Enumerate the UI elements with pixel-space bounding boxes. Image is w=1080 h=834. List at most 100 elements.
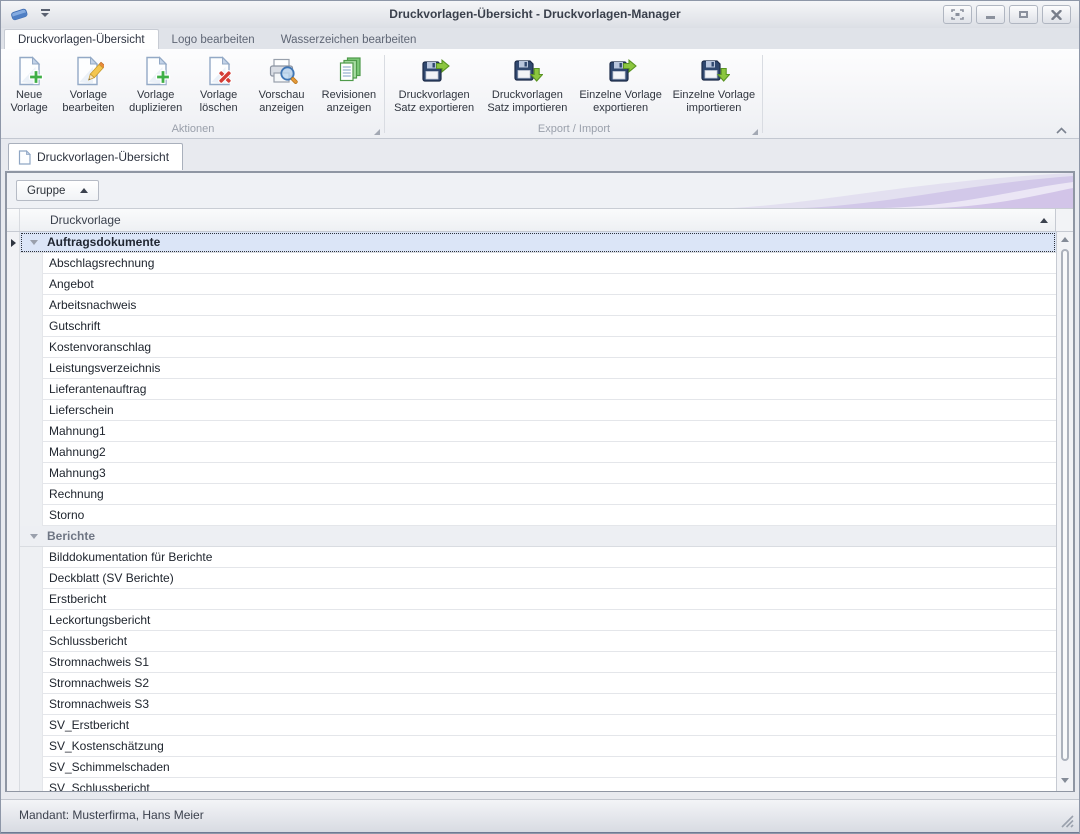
- dialog-launcher-icon[interactable]: [374, 129, 380, 135]
- ribbon-button-label: Druckvorlagen Satz exportieren: [392, 89, 476, 115]
- template-name: Angebot: [49, 277, 94, 291]
- template-row[interactable]: Bilddokumentation für Berichte: [7, 547, 1056, 568]
- ribbon-button-vorlage-duplizieren[interactable]: Vorlage duplizieren: [123, 52, 189, 122]
- row-indicator: [7, 358, 20, 379]
- group-by-chip-gruppe[interactable]: Gruppe: [16, 180, 99, 201]
- template-row[interactable]: Lieferschein: [7, 400, 1056, 421]
- scroll-up-icon[interactable]: [1057, 237, 1073, 242]
- template-row[interactable]: SV_Schimmelschaden: [7, 757, 1056, 778]
- ribbon-tab-logo-bearbeiten[interactable]: Logo bearbeiten: [159, 30, 268, 49]
- collapse-triangle-icon[interactable]: [30, 240, 38, 245]
- template-row[interactable]: Storno: [7, 505, 1056, 526]
- template-row[interactable]: Schlussbericht: [7, 631, 1056, 652]
- ribbon-button-vorschau-anzeigen[interactable]: Vorschau anzeigen: [248, 52, 314, 122]
- template-name: Stromnachweis S3: [49, 697, 149, 711]
- row-indent: [20, 274, 43, 295]
- group-name: Berichte: [47, 529, 95, 543]
- template-row[interactable]: Gutschrift: [7, 316, 1056, 337]
- resize-grip-icon[interactable]: [1059, 814, 1075, 828]
- template-row[interactable]: Mahnung1: [7, 421, 1056, 442]
- row-indicator: [7, 421, 20, 442]
- fullscreen-button[interactable]: [943, 5, 972, 24]
- template-row[interactable]: Kostenvoranschlag: [7, 337, 1056, 358]
- row-indent: [20, 589, 43, 610]
- ribbon-button-label: Einzelne Vorlage importieren: [672, 89, 756, 115]
- maximize-icon: [1019, 11, 1028, 18]
- template-row[interactable]: Leckortungsbericht: [7, 610, 1056, 631]
- row-indent: [20, 400, 43, 421]
- template-name: Storno: [49, 508, 84, 522]
- row-indent: [20, 379, 43, 400]
- template-row[interactable]: SV_Kostenschätzung: [7, 736, 1056, 757]
- row-indicator: [7, 337, 20, 358]
- template-row[interactable]: Mahnung3: [7, 463, 1056, 484]
- group-row-berichte[interactable]: Berichte: [7, 526, 1056, 547]
- template-row[interactable]: Arbeitsnachweis: [7, 295, 1056, 316]
- document-plus-icon: [13, 55, 45, 87]
- template-row[interactable]: Leistungsverzeichnis: [7, 358, 1056, 379]
- template-name: Leistungsverzeichnis: [49, 361, 160, 375]
- template-row[interactable]: Abschlagsrechnung: [7, 253, 1056, 274]
- minimize-button[interactable]: [976, 5, 1005, 24]
- row-indicator: [7, 316, 20, 337]
- template-row[interactable]: Angebot: [7, 274, 1056, 295]
- row-indent: [20, 505, 43, 526]
- template-name: SV_Kostenschätzung: [49, 739, 164, 753]
- ribbon-collapse-button[interactable]: [1053, 123, 1069, 135]
- column-header-druckvorlage[interactable]: Druckvorlage: [20, 209, 1033, 231]
- row-indicator: [7, 778, 20, 791]
- ribbon-button-druckvorlagen-satz-exportieren[interactable]: Druckvorlagen Satz exportieren: [388, 52, 480, 122]
- row-indicator: [7, 295, 20, 316]
- row-indent: [20, 295, 43, 316]
- row-indent: [20, 610, 43, 631]
- ribbon-button-neue-vorlage[interactable]: Neue Vorlage: [4, 52, 54, 122]
- app-window: Druckvorlagen-Übersicht - Druckvorlagen-…: [0, 0, 1080, 834]
- quick-access-dropdown-icon[interactable]: [39, 9, 51, 19]
- ribbon-button-einzelne-vorlage-exportieren[interactable]: Einzelne Vorlage exportieren: [575, 52, 667, 122]
- ribbon-button-einzelne-vorlage-importieren[interactable]: Einzelne Vorlage importieren: [668, 52, 760, 122]
- template-name: Mahnung1: [49, 424, 106, 438]
- scroll-down-icon[interactable]: [1057, 778, 1073, 783]
- window-title: Druckvorlagen-Übersicht - Druckvorlagen-…: [121, 7, 949, 21]
- dialog-launcher-icon[interactable]: [752, 129, 758, 135]
- row-indicator: [7, 631, 20, 652]
- ribbon-group-caption: Aktionen: [172, 123, 215, 135]
- template-row[interactable]: Stromnachweis S1: [7, 652, 1056, 673]
- ribbon-group-export-import: Druckvorlagen Satz exportieren Druckvorl…: [387, 49, 761, 138]
- ribbon-button-vorlage-loeschen[interactable]: Vorlage löschen: [190, 52, 248, 122]
- maximize-button[interactable]: [1009, 5, 1038, 24]
- template-row[interactable]: SV_Erstbericht: [7, 715, 1056, 736]
- row-indent: [20, 253, 43, 274]
- template-row[interactable]: Mahnung2: [7, 442, 1056, 463]
- document-icon: [18, 150, 31, 165]
- close-button[interactable]: [1042, 5, 1071, 24]
- template-row[interactable]: Lieferantenauftrag: [7, 379, 1056, 400]
- template-row[interactable]: Erstbericht: [7, 589, 1056, 610]
- collapse-triangle-icon[interactable]: [30, 534, 38, 539]
- scrollbar-header-cap: [1055, 209, 1073, 231]
- ribbon-button-druckvorlagen-satz-importieren[interactable]: Druckvorlagen Satz importieren: [481, 52, 573, 122]
- template-row[interactable]: Rechnung: [7, 484, 1056, 505]
- row-indicator: [7, 673, 20, 694]
- template-row[interactable]: Stromnachweis S3: [7, 694, 1056, 715]
- row-indicator: [7, 442, 20, 463]
- document-tab-druckvorlagen-uebersicht[interactable]: Druckvorlagen-Übersicht: [8, 143, 183, 170]
- ribbon-button-vorlage-bearbeiten[interactable]: Vorlage bearbeiten: [55, 52, 121, 122]
- sort-ascending-icon: [80, 188, 88, 193]
- row-indent: [20, 778, 43, 791]
- scrollbar-thumb[interactable]: [1061, 249, 1069, 761]
- ribbon-button-revisionen-anzeigen[interactable]: Revisionen anzeigen: [316, 52, 382, 122]
- template-name: Leckortungsbericht: [49, 613, 150, 627]
- group-row-auftragsdokumente[interactable]: Auftragsdokumente: [7, 232, 1056, 253]
- template-row[interactable]: Deckblatt (SV Berichte): [7, 568, 1056, 589]
- vertical-scrollbar[interactable]: [1056, 232, 1073, 791]
- row-indent: [20, 463, 43, 484]
- ribbon-tab-wasserzeichen-bearbeiten[interactable]: Wasserzeichen bearbeiten: [268, 30, 430, 49]
- template-grid: Gruppe Druckvorlage Auftragsdokumente Ab…: [5, 171, 1075, 792]
- template-row[interactable]: SV_Schlussbericht: [7, 778, 1056, 791]
- ribbon-tab-druckvorlagen-uebersicht[interactable]: Druckvorlagen-Übersicht: [4, 29, 159, 50]
- titlebar: Druckvorlagen-Übersicht - Druckvorlagen-…: [1, 1, 1079, 29]
- template-row[interactable]: Stromnachweis S2: [7, 673, 1056, 694]
- eraser-icon[interactable]: [9, 6, 31, 23]
- template-name: Mahnung2: [49, 445, 106, 459]
